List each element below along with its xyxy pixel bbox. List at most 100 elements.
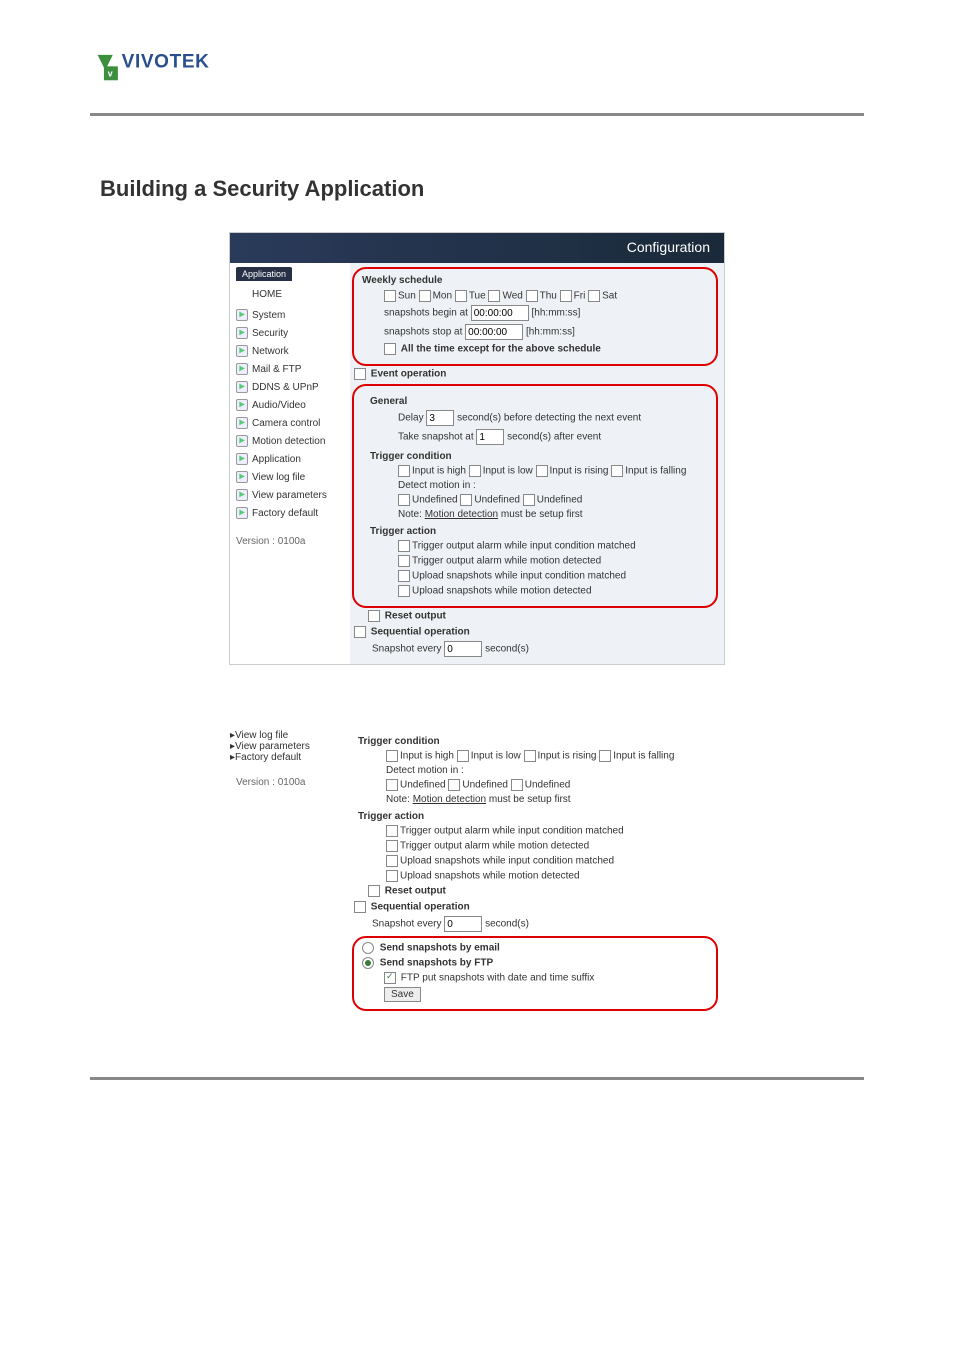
action1-checkbox[interactable] — [398, 540, 410, 552]
seq-snapshot-label-2: Snapshot every — [372, 919, 442, 930]
event-checkbox[interactable] — [354, 368, 366, 380]
arrow-icon: ▸ — [236, 471, 248, 483]
begin-input[interactable] — [471, 305, 529, 321]
fri-checkbox[interactable] — [560, 290, 572, 302]
page-title: Building a Security Application — [100, 176, 954, 202]
reset-label-2: Reset output — [385, 886, 446, 897]
undef2-checkbox[interactable] — [460, 494, 472, 506]
sidebar-tab: Application — [236, 267, 292, 281]
send-ftp-radio[interactable] — [362, 957, 374, 969]
sidebar-item-camera[interactable]: ▸Camera control — [230, 414, 350, 432]
input-high-checkbox-2[interactable] — [386, 750, 398, 762]
sidebar-item-system[interactable]: ▸System — [230, 306, 350, 324]
action3-checkbox[interactable] — [398, 570, 410, 582]
seq-title-2: Sequential operation — [371, 902, 470, 913]
sidebar2-item-viewlog[interactable]: ▸View log file — [230, 730, 350, 741]
action4-checkbox-2[interactable] — [386, 870, 398, 882]
sidebar-item-av[interactable]: ▸Audio/Video — [230, 396, 350, 414]
undef1-checkbox-2[interactable] — [386, 779, 398, 791]
stop-input[interactable] — [465, 324, 523, 340]
except-checkbox[interactable] — [384, 343, 396, 355]
arrow-icon: ▸ — [236, 417, 248, 429]
trigger-cond-title: Trigger condition — [370, 451, 708, 462]
sun-checkbox[interactable] — [384, 290, 396, 302]
arrow-icon: ▸ — [236, 381, 248, 393]
motion-link[interactable]: Motion detection — [425, 509, 498, 520]
ftp-suffix-label: FTP put snapshots with date and time suf… — [401, 973, 595, 984]
wed-checkbox[interactable] — [488, 290, 500, 302]
undef3-checkbox-2[interactable] — [511, 779, 523, 791]
undef2-checkbox-2[interactable] — [448, 779, 460, 791]
send-email-radio[interactable] — [362, 942, 374, 954]
note-prefix: Note: — [398, 509, 422, 520]
seq-snapshot-input[interactable] — [444, 641, 482, 657]
version-label: Version : 0100a — [230, 522, 350, 547]
input-rising-checkbox-2[interactable] — [524, 750, 536, 762]
action2-checkbox[interactable] — [398, 555, 410, 567]
weekly-callout: Weekly schedule Sun Mon Tue Wed Thu Fri … — [352, 267, 718, 366]
action4-checkbox[interactable] — [398, 585, 410, 597]
arrow-icon: ▸ — [236, 489, 248, 501]
trigger-cond-title-2: Trigger condition — [358, 736, 724, 747]
sidebar-item-security[interactable]: ▸Security — [230, 324, 350, 342]
seq-snapshot-suffix: second(s) — [485, 644, 529, 655]
arrow-icon: ▸ — [236, 507, 248, 519]
reset-checkbox-2[interactable] — [368, 885, 380, 897]
sat-checkbox[interactable] — [588, 290, 600, 302]
sidebar-home[interactable]: HOME — [230, 283, 350, 306]
reset-label: Reset output — [385, 611, 446, 622]
sidebar-item-network[interactable]: ▸Network — [230, 342, 350, 360]
snap-input[interactable] — [476, 429, 504, 445]
trigger-action-title: Trigger action — [370, 526, 708, 537]
sidebar-item-ddns[interactable]: ▸DDNS & UPnP — [230, 378, 350, 396]
bottom-divider — [90, 1077, 864, 1080]
reset-checkbox[interactable] — [368, 610, 380, 622]
input-low-checkbox[interactable] — [469, 465, 481, 477]
arrow-icon: ▸ — [236, 363, 248, 375]
delay-input[interactable] — [426, 410, 454, 426]
sidebar-item-factory[interactable]: ▸Factory default — [230, 504, 350, 522]
seq-checkbox-2[interactable] — [354, 901, 366, 913]
action2-checkbox-2[interactable] — [386, 840, 398, 852]
sidebar-item-viewparams[interactable]: ▸View parameters — [230, 486, 350, 504]
detect-label-2: Detect motion in : — [386, 765, 724, 776]
event-title: Event operation — [371, 369, 447, 380]
undef1-checkbox[interactable] — [398, 494, 410, 506]
seq-snapshot-label: Snapshot every — [372, 644, 442, 655]
sidebar-item-viewlog[interactable]: ▸View log file — [230, 468, 350, 486]
action3-checkbox-2[interactable] — [386, 855, 398, 867]
content-area-2: Trigger condition Input is high Input is… — [350, 730, 724, 1017]
except-label: All the time except for the above schedu… — [401, 344, 601, 355]
input-rising-checkbox[interactable] — [536, 465, 548, 477]
sidebar-item-mailftp[interactable]: ▸Mail & FTP — [230, 360, 350, 378]
input-falling-checkbox[interactable] — [611, 465, 623, 477]
save-button[interactable]: Save — [384, 987, 421, 1002]
motion-link-2[interactable]: Motion detection — [413, 794, 486, 805]
ftp-suffix-checkbox[interactable] — [384, 972, 396, 984]
mon-checkbox[interactable] — [419, 290, 431, 302]
begin-label: snapshots begin at — [384, 308, 468, 319]
version-label-2: Version : 0100a — [230, 763, 350, 788]
config-panel-2: ▸View log file ▸View parameters ▸Factory… — [230, 730, 724, 1017]
undef3-checkbox[interactable] — [523, 494, 535, 506]
thu-checkbox[interactable] — [526, 290, 538, 302]
sidebar-2: ▸View log file ▸View parameters ▸Factory… — [230, 730, 350, 1017]
sidebar2-item-factory[interactable]: ▸Factory default — [230, 752, 350, 763]
input-falling-checkbox-2[interactable] — [599, 750, 611, 762]
input-low-checkbox-2[interactable] — [457, 750, 469, 762]
svg-text:VIVOTEK: VIVOTEK — [122, 52, 210, 73]
arrow-icon: ▸ — [236, 399, 248, 411]
action1-checkbox-2[interactable] — [386, 825, 398, 837]
trigger-action-title-2: Trigger action — [358, 811, 724, 822]
sidebar-item-application[interactable]: ▸Application — [230, 450, 350, 468]
hms1: [hh:mm:ss] — [532, 308, 581, 319]
seq-snapshot-input-2[interactable] — [444, 916, 482, 932]
input-high-checkbox[interactable] — [398, 465, 410, 477]
seq-checkbox[interactable] — [354, 626, 366, 638]
sidebar-item-motion[interactable]: ▸Motion detection — [230, 432, 350, 450]
snap-suffix: second(s) after event — [507, 432, 601, 443]
sidebar2-item-viewparams[interactable]: ▸View parameters — [230, 741, 350, 752]
seq-title: Sequential operation — [371, 627, 470, 638]
send-email-label: Send snapshots by email — [380, 943, 500, 954]
tue-checkbox[interactable] — [455, 290, 467, 302]
